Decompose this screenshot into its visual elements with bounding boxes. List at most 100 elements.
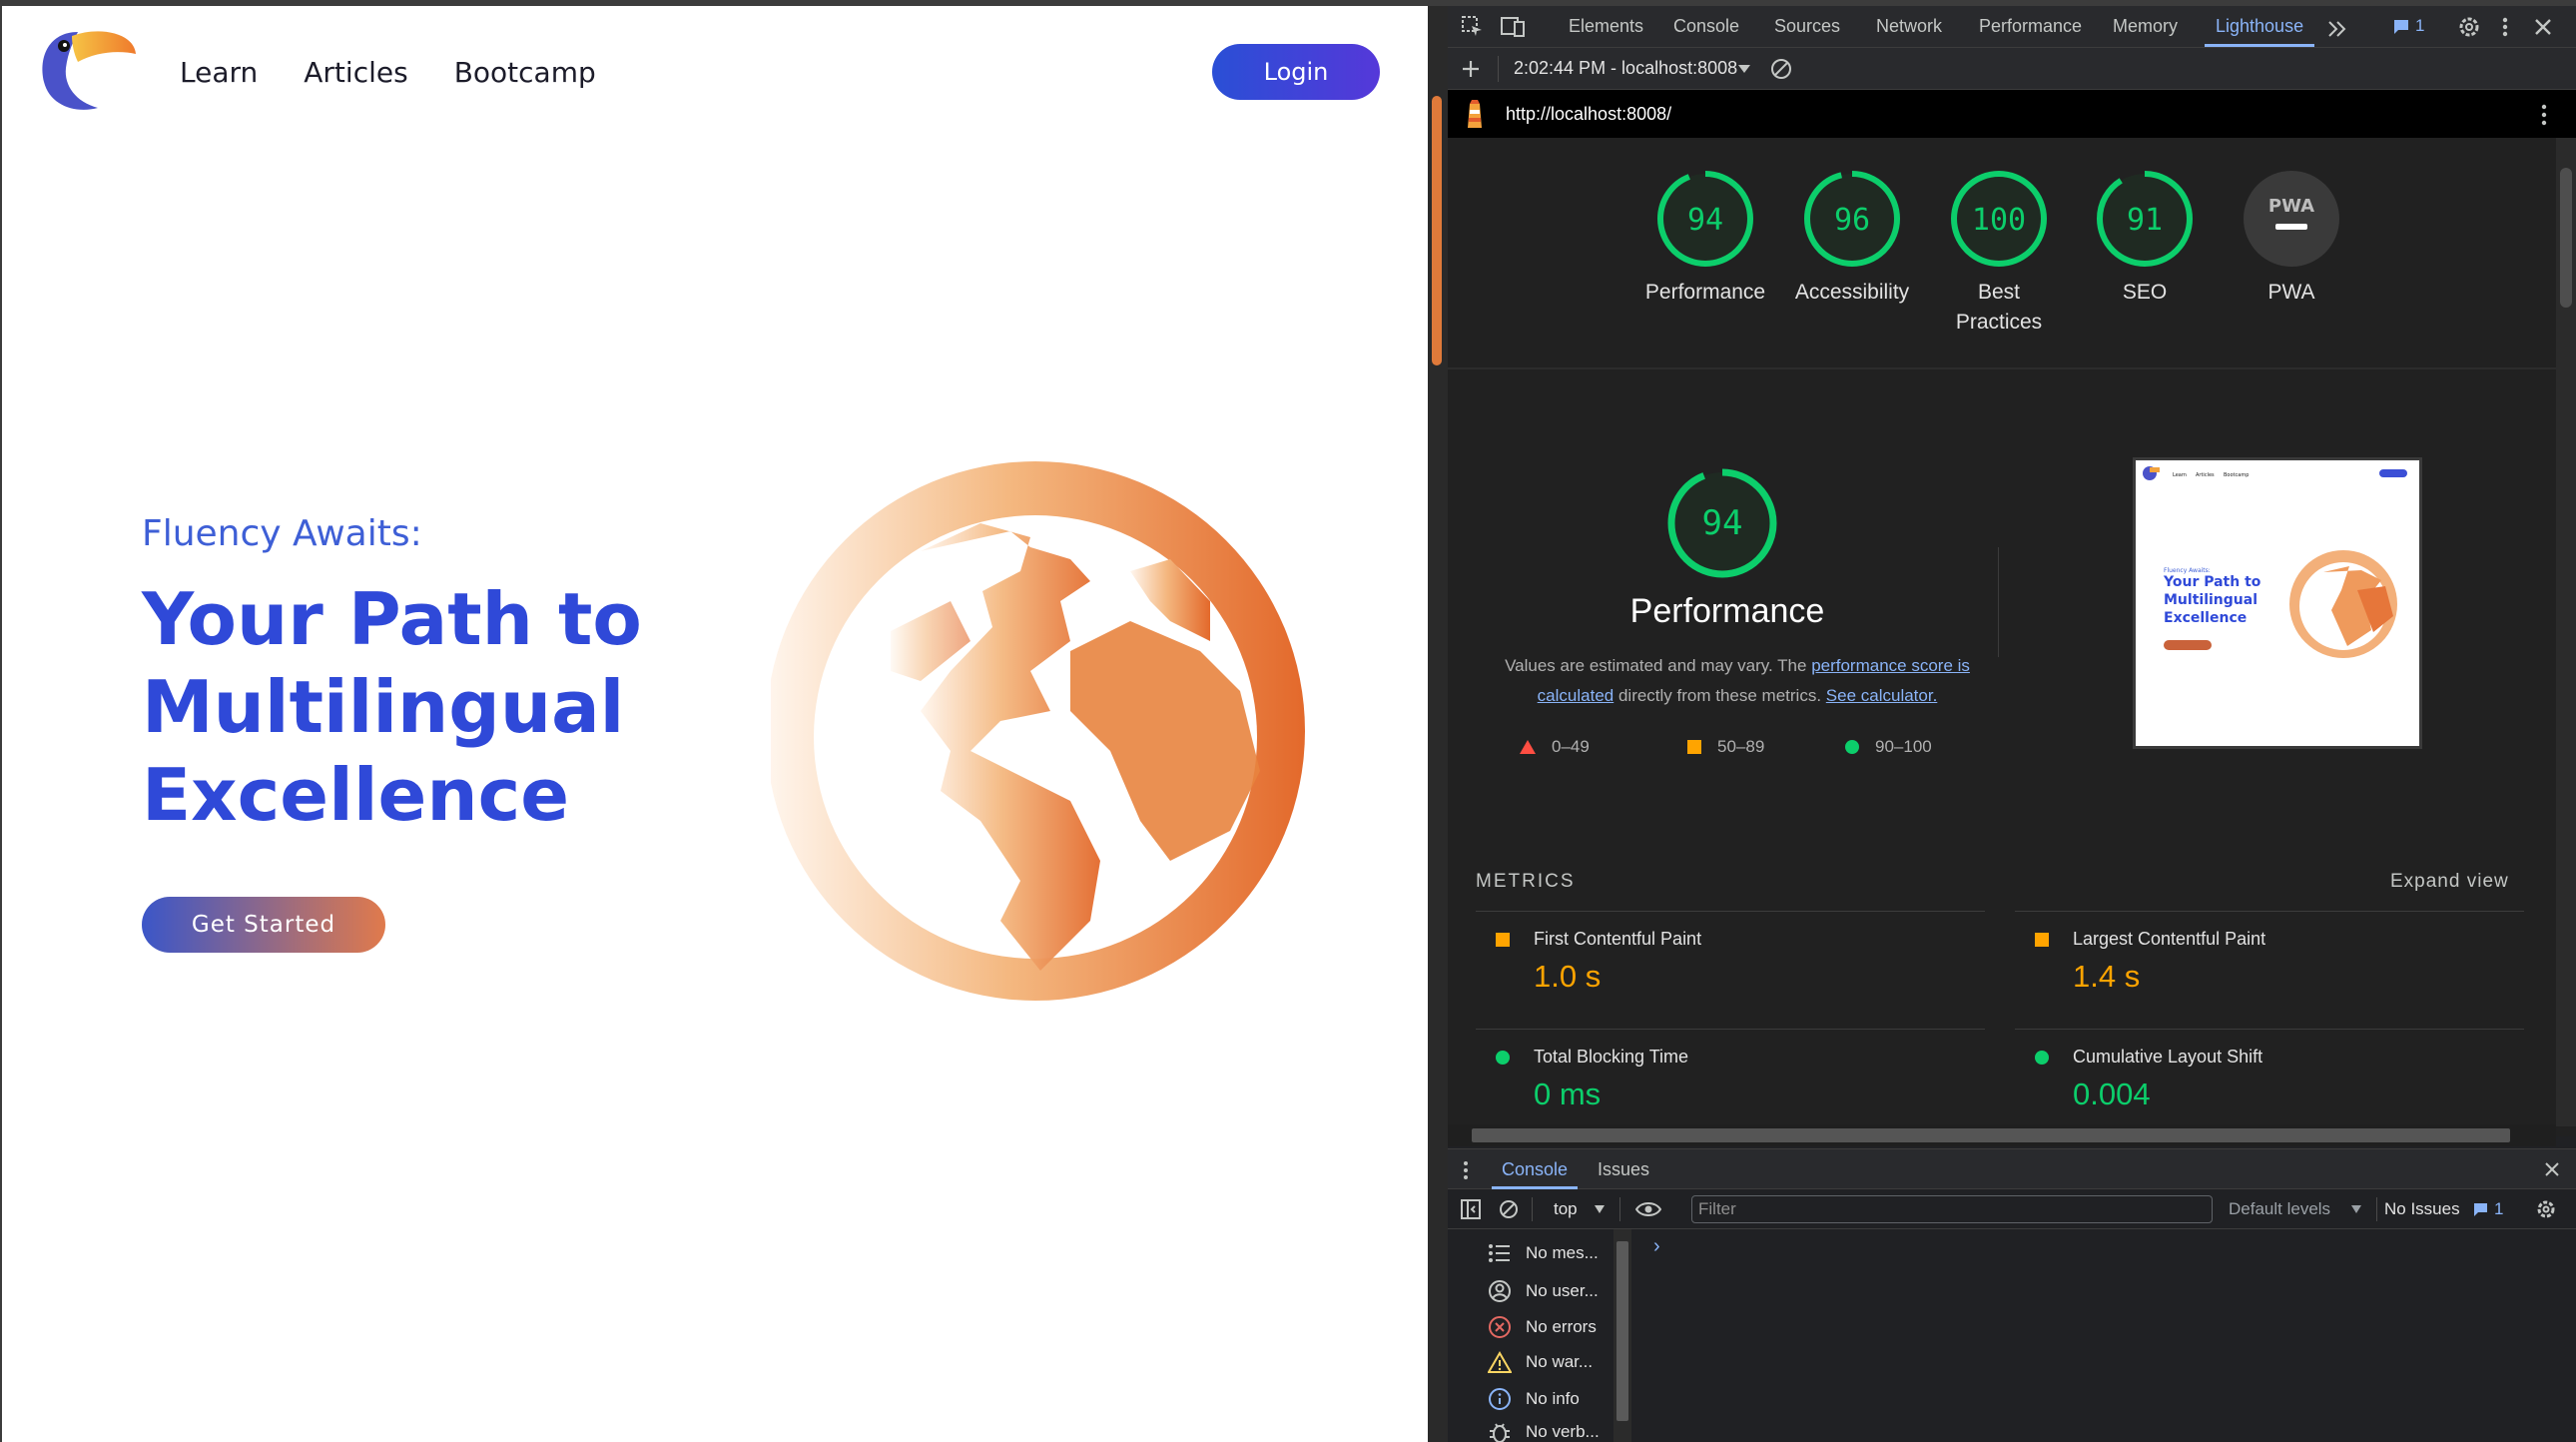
sidebar-item-user[interactable]: No user... xyxy=(1488,1279,1599,1303)
close-devtools-icon[interactable] xyxy=(2530,14,2556,40)
login-button[interactable]: Login xyxy=(1212,44,1380,100)
drawer-menu-icon[interactable] xyxy=(1462,1159,1470,1181)
tab-sources[interactable]: Sources xyxy=(1774,16,1840,37)
sidebar-item-verbose[interactable]: No verb... xyxy=(1488,1421,1600,1442)
no-issues-label[interactable]: No Issues xyxy=(2384,1199,2460,1219)
more-tabs-icon[interactable] xyxy=(2324,16,2350,42)
performance-score: 94 xyxy=(1702,503,1743,543)
gauge-performance[interactable]: 94 Performance xyxy=(1640,170,1770,308)
gauge-label: Performance xyxy=(1644,281,1766,304)
page-scrollbar-thumb[interactable] xyxy=(1432,96,1442,365)
issues-flag-icon[interactable] xyxy=(2391,17,2411,37)
report-dropdown-arrow-icon[interactable] xyxy=(1737,63,1751,75)
report-horizontal-scrollbar[interactable] xyxy=(1448,1124,2556,1146)
devtools-tabbar: Elements Console Sources Network Perform… xyxy=(1448,6,2576,48)
screen: Learn Articles Bootcamp Login Fluency Aw… xyxy=(0,0,2576,1442)
clear-console-icon[interactable] xyxy=(1498,1198,1520,1220)
toolbar-separator xyxy=(2376,1197,2377,1221)
sidebar-item-errors[interactable]: No errors xyxy=(1488,1315,1597,1339)
pass-circle-icon xyxy=(1496,1051,1510,1065)
report-hscroll-thumb[interactable] xyxy=(1472,1128,2510,1142)
close-drawer-icon[interactable] xyxy=(2542,1159,2562,1179)
gauge-label: Best Practices xyxy=(1955,281,2043,334)
gauge-pwa[interactable]: PWA PWA xyxy=(2227,170,2356,308)
kebab-menu-icon[interactable] xyxy=(2492,14,2518,40)
page-scrollbar[interactable] xyxy=(1428,6,1448,1442)
nav-bootcamp-link[interactable]: Bootcamp xyxy=(454,56,596,89)
legend-pass-label: 90–100 xyxy=(1875,737,1932,756)
tab-lighthouse[interactable]: Lighthouse xyxy=(2216,16,2303,37)
info-icon xyxy=(1489,1388,1511,1410)
user-icon xyxy=(1489,1280,1511,1302)
gauge-score: 91 xyxy=(2127,203,2163,238)
metrics-heading: METRICS xyxy=(1476,871,1576,892)
report-scroll-thumb[interactable] xyxy=(2560,168,2572,308)
metric-value: 1.0 s xyxy=(1534,959,1602,994)
tab-console[interactable]: Console xyxy=(1673,16,1739,37)
hero-headline: Your Path to Multilingual Excellence xyxy=(142,577,642,837)
issues-count-badge[interactable]: 1 xyxy=(2415,16,2424,36)
desc-text: Values are estimated and may vary. The xyxy=(1505,656,1812,675)
sidebar-item-label: No mes... xyxy=(1526,1243,1599,1262)
sidebar-item-label: No user... xyxy=(1526,1281,1599,1300)
context-dropdown-arrow-icon[interactable] xyxy=(1594,1204,1606,1214)
tab-elements[interactable]: Elements xyxy=(1569,16,1643,37)
final-screenshot[interactable]: Learn Articles Bootcamp Fluency Awaits: … xyxy=(2133,457,2422,749)
nav-articles-link[interactable]: Articles xyxy=(304,56,407,89)
issues-count[interactable]: 1 xyxy=(2494,1199,2503,1219)
pwa-badge-icon: PWA xyxy=(2244,171,2339,267)
tab-network[interactable]: Network xyxy=(1876,16,1942,37)
website-viewport: Learn Articles Bootcamp Login Fluency Aw… xyxy=(0,6,1428,1442)
sidebar-scroll-thumb[interactable] xyxy=(1616,1241,1628,1421)
new-report-plus-icon[interactable] xyxy=(1460,58,1482,80)
sidebar-item-warnings[interactable]: No war... xyxy=(1488,1351,1593,1373)
drawer-tab-issues[interactable]: Issues xyxy=(1598,1159,1649,1180)
tab-performance[interactable]: Performance xyxy=(1979,16,2082,37)
globe-illustration-icon xyxy=(771,461,1305,1001)
get-started-button[interactable]: Get Started xyxy=(142,897,385,953)
levels-dropdown-arrow-icon[interactable] xyxy=(2350,1204,2362,1214)
gauge-best-practices[interactable]: 100 Best Practices xyxy=(1934,170,2064,338)
gauge-seo[interactable]: 91 SEO xyxy=(2080,170,2210,308)
sidebar-item-messages[interactable]: No mes... xyxy=(1488,1243,1599,1263)
sidebar-item-label: No war... xyxy=(1526,1352,1594,1371)
console-settings-gear-icon[interactable] xyxy=(2534,1197,2558,1221)
legend-fail: 0–49 xyxy=(1520,737,1590,757)
sidebar-item-info[interactable]: No info xyxy=(1488,1387,1580,1411)
report-selector[interactable]: 2:02:44 PM - localhost:8008 xyxy=(1514,58,1737,79)
thumb-headline-3: Excellence xyxy=(2164,610,2247,626)
legend-fail-label: 0–49 xyxy=(1552,737,1590,756)
issues-flag-icon[interactable] xyxy=(2472,1201,2489,1218)
nav-learn-link[interactable]: Learn xyxy=(180,56,258,89)
context-selector[interactable]: top xyxy=(1554,1199,1578,1219)
expand-view-link[interactable]: Expand view xyxy=(2390,871,2509,893)
inspect-element-icon[interactable] xyxy=(1460,14,1486,40)
average-square-icon xyxy=(1496,933,1510,947)
error-icon xyxy=(1489,1316,1511,1338)
lighthouse-toolbar: 2:02:44 PM - localhost:8008 xyxy=(1448,48,2576,90)
metric-divider xyxy=(2015,1029,2524,1030)
console-prompt-chevron-icon[interactable]: › xyxy=(1653,1235,1660,1258)
gauge-ring-icon: 100 xyxy=(1951,171,2047,267)
sidebar-item-label: No verb... xyxy=(1526,1422,1600,1441)
device-toolbar-icon[interactable] xyxy=(1500,14,1526,40)
tab-memory[interactable]: Memory xyxy=(2113,16,2178,37)
desc-text: directly from these metrics. xyxy=(1613,686,1826,705)
gauge-accessibility[interactable]: 96 Accessibility xyxy=(1787,170,1917,308)
drawer-tab-console[interactable]: Console xyxy=(1502,1159,1568,1180)
see-calculator-link[interactable]: See calculator. xyxy=(1826,686,1938,705)
thumb-nav-articles: Articles xyxy=(2196,472,2215,478)
show-sidebar-icon[interactable] xyxy=(1460,1198,1482,1220)
clear-reports-icon[interactable] xyxy=(1769,57,1793,81)
drawer-tabbar: Console Issues xyxy=(1448,1149,2576,1189)
toucan-logo-icon[interactable] xyxy=(38,26,138,114)
console-filter-input[interactable] xyxy=(1691,1195,2213,1223)
sidebar-item-label: No info xyxy=(1526,1389,1580,1408)
log-levels-dropdown[interactable]: Default levels xyxy=(2229,1199,2330,1219)
live-expression-eye-icon[interactable] xyxy=(1635,1199,1661,1219)
console-toolbar: top Default levels No Issues xyxy=(1448,1189,2576,1229)
report-vertical-scrollbar[interactable] xyxy=(2556,138,2576,1126)
sidebar-scrollbar[interactable] xyxy=(1613,1229,1631,1442)
settings-gear-icon[interactable] xyxy=(2456,14,2482,40)
report-menu-icon[interactable] xyxy=(2538,102,2550,128)
